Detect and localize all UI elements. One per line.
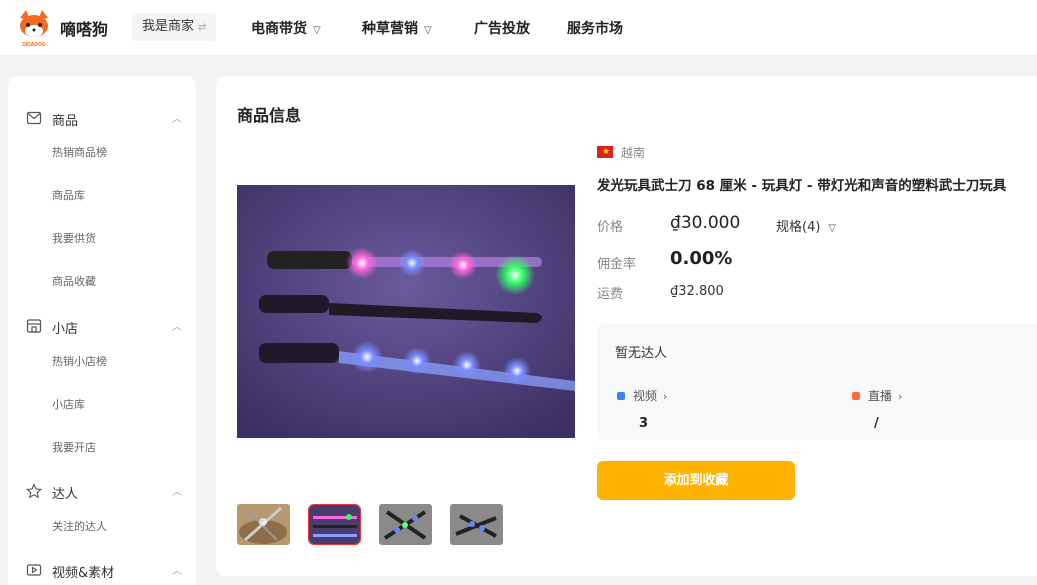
sidebar-section-videos[interactable]: 视频&素材 ︿ <box>8 556 196 585</box>
vietnam-flag-icon: ★ <box>597 146 613 158</box>
product-name: 发光玩具武士刀 68 厘米 - 玩具灯 - 带灯光和声音的塑料武士刀玩具 <box>597 178 1007 194</box>
brand-name: 嘀嗒狗 <box>60 20 109 39</box>
fox-logo-icon: DIDADOG <box>20 10 48 48</box>
thumbnail-image <box>237 504 290 545</box>
no-creator-text: 暂无达人 <box>615 346 668 361</box>
section-title: 商品信息 <box>237 106 302 125</box>
star-icon <box>26 483 42 499</box>
live-badge-icon <box>852 392 860 400</box>
video-icon <box>26 564 42 576</box>
chevron-down-icon: ▽ <box>424 25 432 36</box>
commission-value: 0.00% <box>670 248 733 269</box>
product-country: ★ 越南 <box>597 144 645 161</box>
spec-dropdown[interactable]: 规格(4) ▽ <box>776 216 836 235</box>
sidebar-item-hot-products[interactable]: 热销商品榜 <box>52 144 107 160</box>
add-to-favorites-button[interactable]: 添加到收藏 <box>597 461 795 500</box>
sidebar-item-supply[interactable]: 我要供货 <box>52 230 96 246</box>
creator-panel: 暂无达人 视频 › 3 直播 › / <box>597 324 1037 440</box>
video-stat-link[interactable]: 视频 › <box>617 387 667 404</box>
mail-icon <box>26 111 42 125</box>
shipping-value: ₫32.800 <box>670 284 724 299</box>
sidebar-section-products[interactable]: 商品 ︿ <box>8 104 196 134</box>
chevron-right-icon: › <box>898 390 903 403</box>
sidebar: 商品 ︿ 热销商品榜 商品库 我要供货 商品收藏 小店 ︿ 热销小店榜 小店库 … <box>8 76 196 585</box>
role-switch-button[interactable]: 我是商家 ⇄ <box>132 13 217 41</box>
sidebar-section-stores[interactable]: 小店 ︿ <box>8 312 196 342</box>
svg-text:DIDADOG: DIDADOG <box>22 42 46 48</box>
sidebar-item-product-library[interactable]: 商品库 <box>52 187 85 203</box>
top-nav-bar: DIDADOG 嘀嗒狗 我是商家 ⇄ 电商带货 ▽ 种草营销 ▽ 广告投放 服务市场 <box>0 0 1037 56</box>
chevron-up-icon: ︿ <box>172 566 182 577</box>
switch-icon: ⇄ <box>198 22 207 33</box>
commission-label: 佣金率 <box>597 257 637 272</box>
thumbnail-image <box>309 505 360 544</box>
sidebar-item-store-library[interactable]: 小店库 <box>52 396 85 412</box>
sidebar-item-open-store[interactable]: 我要开店 <box>52 439 96 455</box>
video-count: 3 <box>639 416 649 431</box>
nav-seeding[interactable]: 种草营销 ▽ <box>362 18 432 38</box>
video-badge-icon <box>617 392 625 400</box>
nav-ecommerce[interactable]: 电商带货 ▽ <box>251 18 321 38</box>
live-stat-link[interactable]: 直播 › <box>852 387 902 404</box>
nav-service-market[interactable]: 服务市场 <box>567 18 623 38</box>
thumbnail-1[interactable] <box>237 504 290 545</box>
chevron-up-icon: ︿ <box>172 322 182 333</box>
chevron-down-icon: ▽ <box>828 223 837 234</box>
live-count: / <box>874 416 879 431</box>
nav-ads[interactable]: 广告投放 <box>474 18 530 38</box>
sidebar-item-product-favorites[interactable]: 商品收藏 <box>52 273 96 289</box>
thumbnail-2-selected[interactable] <box>308 504 361 545</box>
thumbnail-3[interactable] <box>379 504 432 545</box>
sidebar-item-hot-stores[interactable]: 热销小店榜 <box>52 353 107 369</box>
store-icon <box>26 319 42 333</box>
thumbnail-image <box>450 504 503 545</box>
chevron-up-icon: ︿ <box>172 487 182 498</box>
glowing-swords-photo <box>237 185 575 438</box>
thumbnail-4[interactable] <box>450 504 503 545</box>
thumbnail-image <box>379 504 432 545</box>
chevron-up-icon: ︿ <box>172 114 182 125</box>
chevron-down-icon: ▽ <box>313 25 321 36</box>
sidebar-item-followed-creators[interactable]: 关注的达人 <box>52 518 107 534</box>
chevron-right-icon: › <box>663 390 668 403</box>
price-value: ₫30.000 <box>670 213 741 233</box>
product-main-image[interactable] <box>237 185 575 438</box>
role-label: 我是商家 <box>142 19 195 34</box>
price-label: 价格 <box>597 220 624 235</box>
sidebar-section-creators[interactable]: 达人 ︿ <box>8 477 196 507</box>
shipping-label: 运费 <box>597 287 624 302</box>
brand-logo[interactable]: DIDADOG <box>14 8 54 48</box>
product-info-card: 商品信息 ★ 越南 发光玩具武士刀 68 厘米 - 玩具灯 - 带灯光和声音的塑… <box>216 76 1037 576</box>
